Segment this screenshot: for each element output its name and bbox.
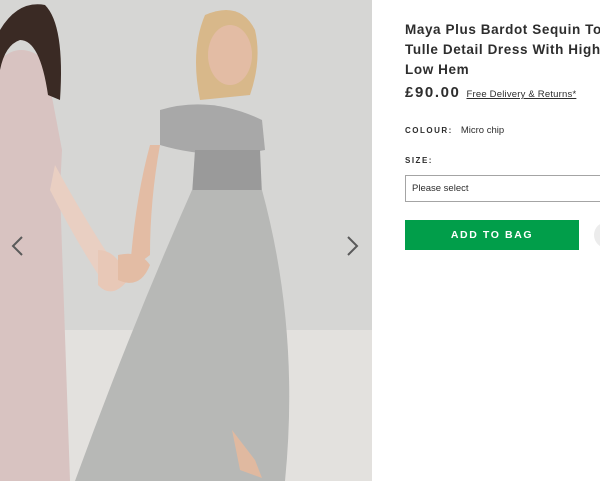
product-title-line: Maya Plus Bardot Sequin Top bbox=[405, 22, 600, 37]
size-select[interactable]: Please select bbox=[405, 175, 600, 202]
colour-row: COLOUR: Micro chip bbox=[405, 125, 504, 136]
chevron-left-icon bbox=[11, 236, 23, 256]
product-price: £90.00 bbox=[405, 84, 461, 101]
free-delivery-link[interactable]: Free Delivery & Returns* bbox=[466, 89, 576, 100]
save-for-later-button[interactable] bbox=[594, 222, 600, 248]
size-select-placeholder: Please select bbox=[412, 183, 469, 194]
previous-image-button[interactable] bbox=[6, 232, 28, 260]
product-title-line: Tulle Detail Dress With High bbox=[405, 42, 600, 57]
product-title-line: Low Hem bbox=[405, 62, 470, 77]
price-row: £90.00 Free Delivery & Returns* bbox=[405, 84, 576, 101]
size-label: SIZE: bbox=[405, 156, 433, 165]
product-title: Maya Plus Bardot Sequin Top Tulle Detail… bbox=[405, 20, 600, 80]
product-image-gallery bbox=[0, 0, 372, 481]
add-to-bag-button[interactable]: ADD TO BAG bbox=[405, 220, 579, 250]
next-image-button[interactable] bbox=[342, 232, 364, 260]
product-photo bbox=[0, 0, 372, 481]
chevron-right-icon bbox=[347, 236, 359, 256]
colour-value: Micro chip bbox=[460, 125, 505, 136]
colour-label: COLOUR: bbox=[405, 126, 453, 135]
